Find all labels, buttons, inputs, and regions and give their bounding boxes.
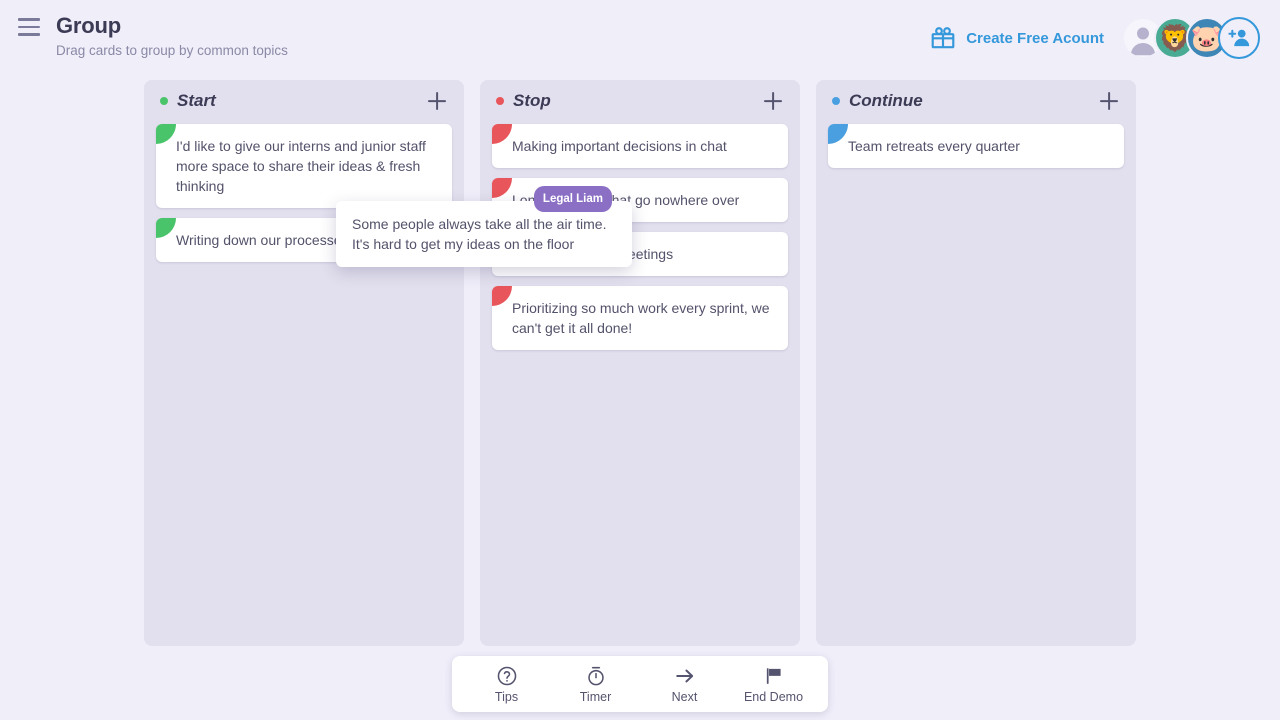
column-header-start: Start [156,80,452,122]
tips-button[interactable]: Tips [477,665,537,704]
hamburger-bar [18,18,40,21]
column-header-continue: Continue [828,80,1124,122]
card-color-marker [156,124,176,144]
card-text: Team retreats every quarter [848,138,1020,154]
card-text: Writing down our processes [176,232,349,248]
card[interactable]: I'd like to give our interns and junior … [156,124,452,208]
column-title: Start [177,91,216,110]
add-card-button-continue[interactable] [1098,90,1120,112]
column-continue[interactable]: Continue Team retreats every quarter [816,80,1136,646]
gift-icon [930,25,956,51]
timer-button[interactable]: Timer [566,665,626,704]
add-card-button-stop[interactable] [762,90,784,112]
card-text: Making important decisions in chat [512,138,727,154]
column-status-dot [496,97,504,105]
page-title: Group [56,13,121,38]
column-title: Stop [513,91,551,110]
arrow-right-icon [674,665,696,687]
card-color-marker [492,286,512,306]
add-participant-button[interactable] [1218,17,1260,59]
hamburger-menu-icon[interactable] [18,18,40,36]
column-start[interactable]: Start I'd like to give our interns and j… [144,80,464,646]
help-circle-icon [496,665,518,687]
card-author-badge: Legal Liam [533,186,612,212]
card-text: I'd like to give our interns and junior … [176,138,426,194]
avatar-stack: 🦁 🐷 [1122,17,1260,59]
hamburger-bar [18,33,40,36]
hamburger-bar [18,25,40,29]
dragged-card-text: Some people always take all the air time… [352,216,607,252]
end-demo-label: End Demo [743,689,804,704]
dragged-card[interactable]: Legal Liam Some people always take all t… [336,186,632,267]
stopwatch-icon [585,665,607,687]
column-title: Continue [849,91,923,110]
add-card-button-start[interactable] [426,90,448,112]
timer-label: Timer [579,689,612,704]
next-button[interactable]: Next [655,665,715,704]
page-subtitle: Drag cards to group by common topics [56,43,288,58]
card-color-marker [828,124,848,144]
card[interactable]: Making important decisions in chat [492,124,788,168]
card[interactable]: Prioritizing so much work every sprint, … [492,286,788,350]
card-color-marker [492,178,512,198]
column-status-dot [160,97,168,105]
create-free-account-label: Create Free Acount [966,29,1104,47]
bottom-toolbar: Tips Timer Next End Demo [452,656,828,712]
end-demo-button[interactable]: End Demo [744,665,804,704]
card-text: Prioritizing so much work every sprint, … [512,300,770,336]
retro-board: Start I'd like to give our interns and j… [144,80,1136,646]
card-color-marker [492,124,512,144]
flag-icon [763,665,785,687]
create-free-account-button[interactable]: Create Free Acount [930,25,1104,51]
card[interactable]: Team retreats every quarter [828,124,1124,168]
column-stop[interactable]: Stop Making important decisions in chat … [480,80,800,646]
next-label: Next [671,689,698,704]
card-color-marker [156,218,176,238]
card-list-continue: Team retreats every quarter [828,124,1124,168]
column-status-dot [832,97,840,105]
app-header: Group Drag cards to group by common topi… [0,0,1280,72]
column-header-stop: Stop [492,80,788,122]
title-block: Group Drag cards to group by common topi… [56,12,288,60]
tips-label: Tips [494,689,519,704]
header-actions: Create Free Acount 🦁 🐷 [930,14,1260,62]
